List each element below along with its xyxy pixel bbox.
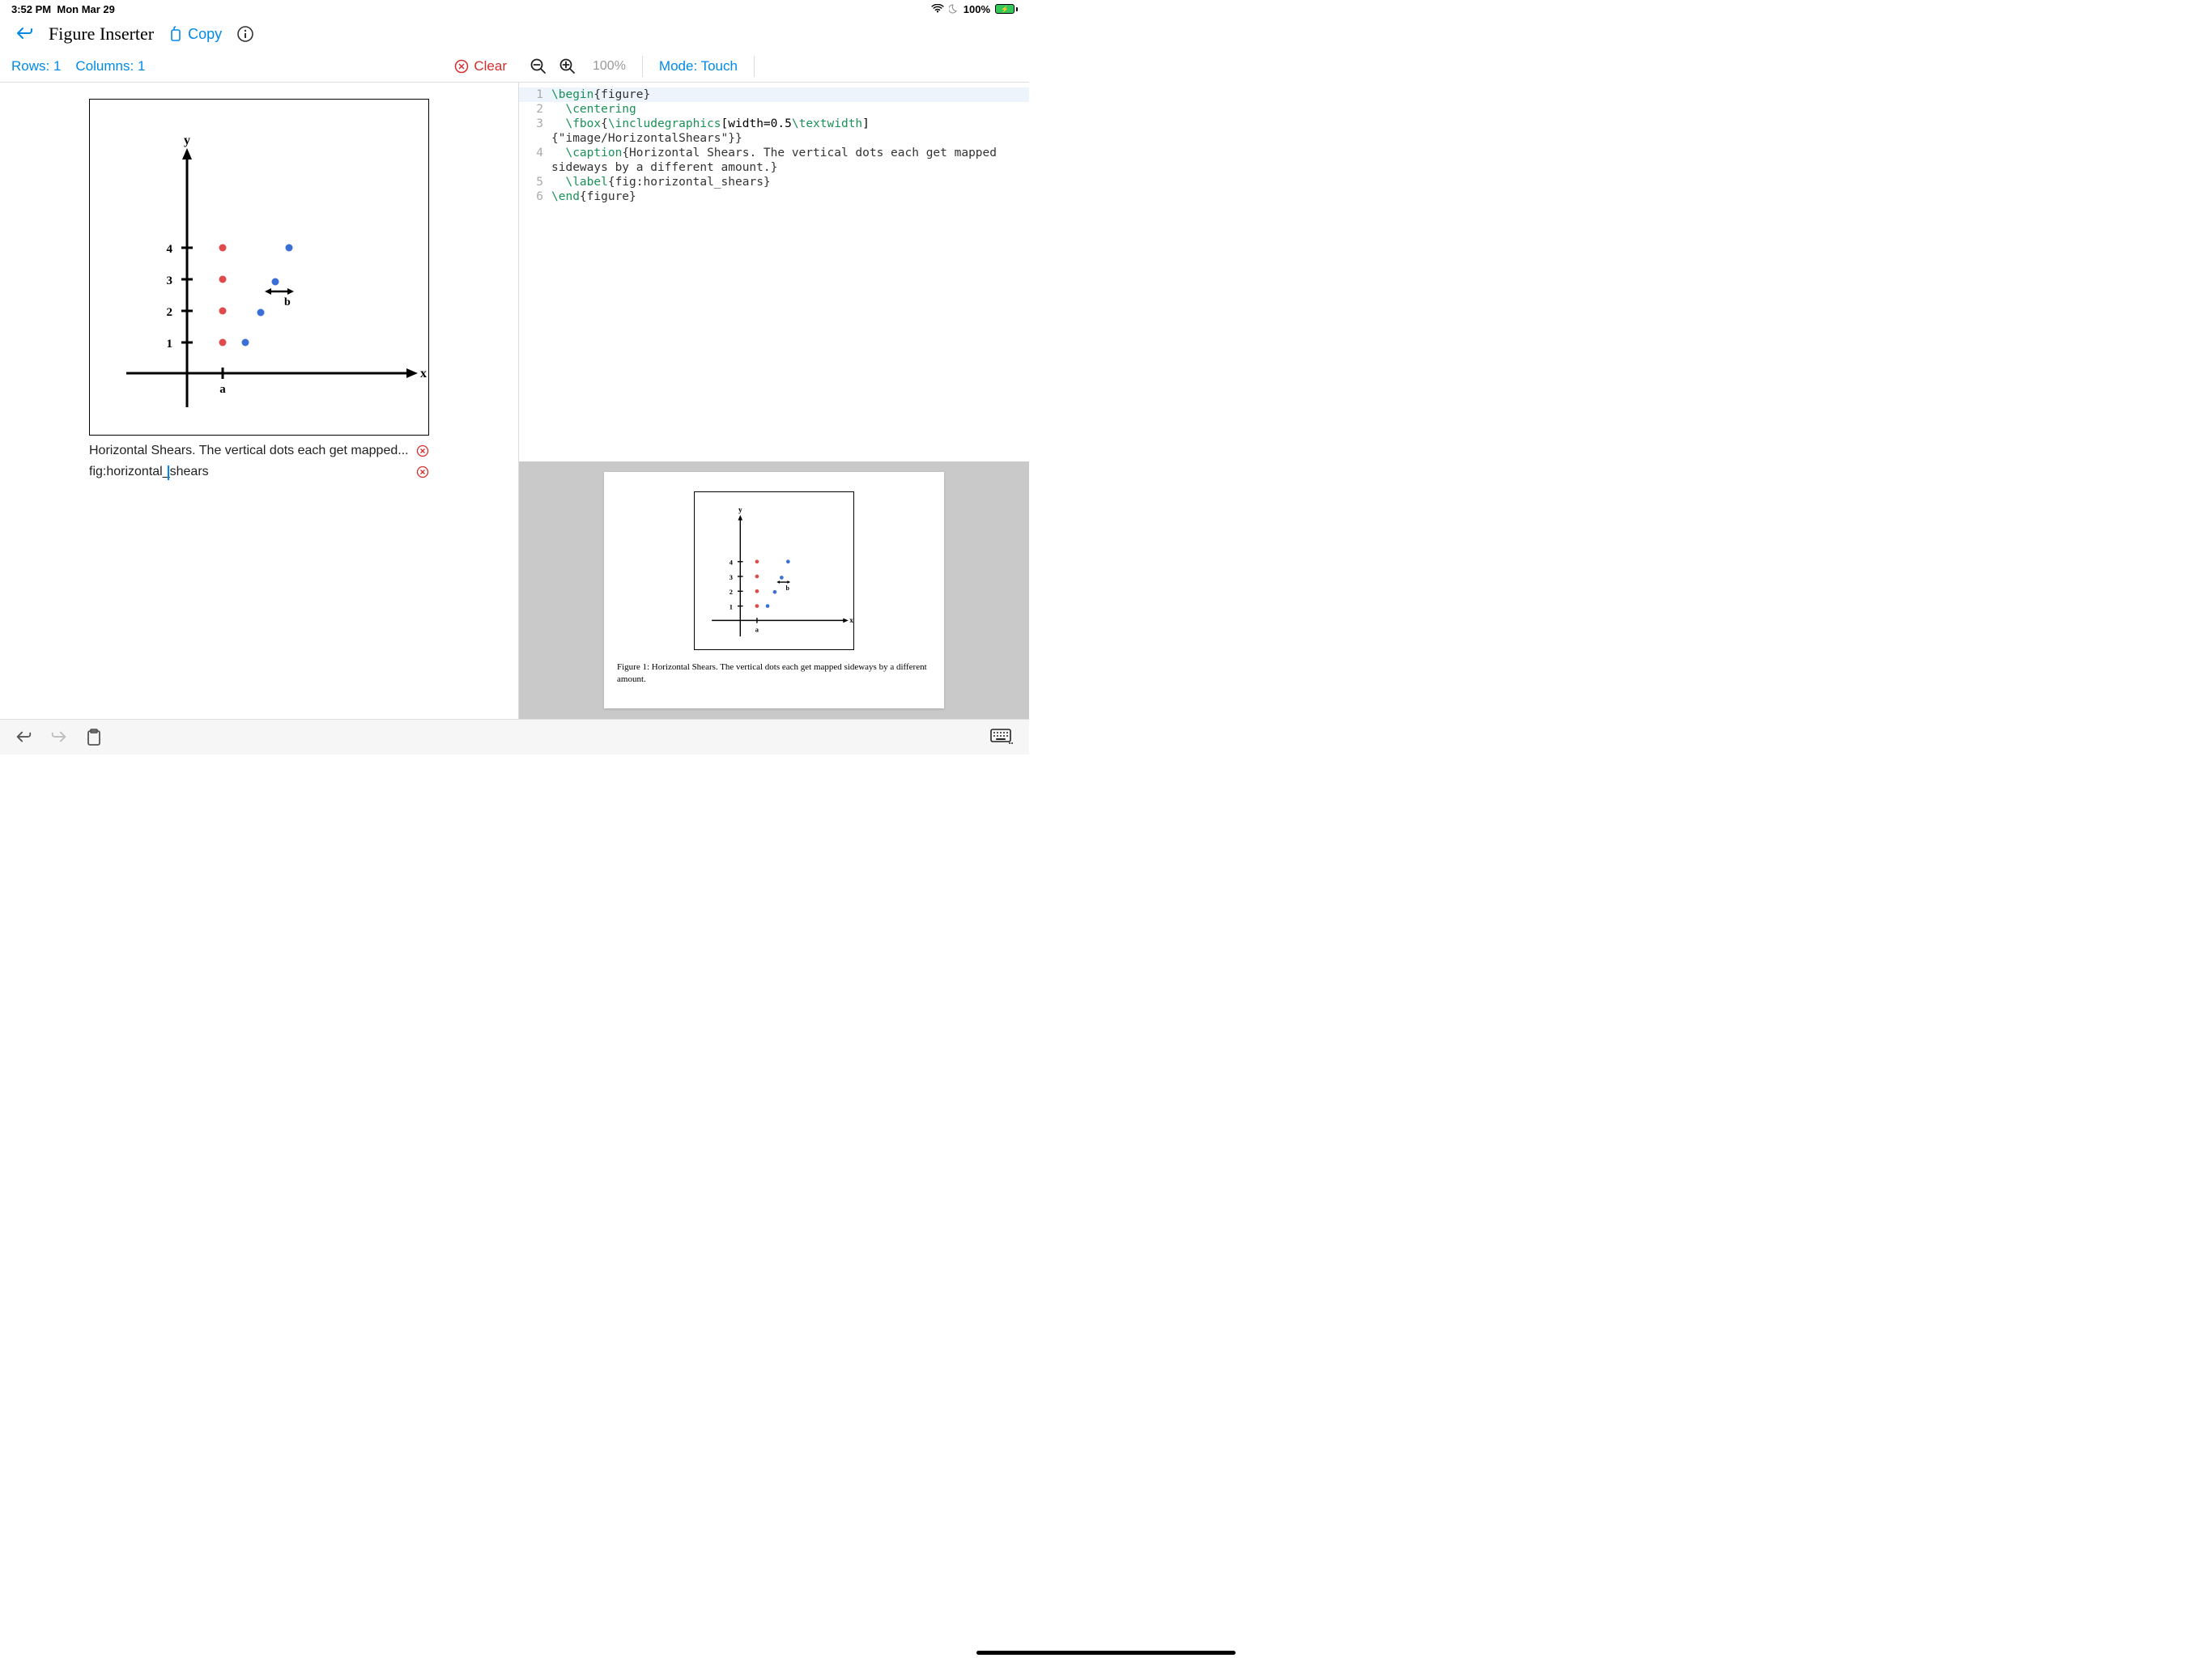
copy-label: Copy <box>188 26 222 43</box>
right-pane: 1\begin{figure}2 \centering3 \fbox{\incl… <box>518 83 1029 719</box>
clipboard-button[interactable] <box>86 729 102 746</box>
battery-icon: ⚡ <box>995 4 1018 14</box>
keyboard-button[interactable] <box>990 729 1015 746</box>
svg-text:1: 1 <box>167 338 173 351</box>
caption-field[interactable]: Horizontal Shears. The vertical dots eac… <box>89 444 429 458</box>
copy-icon <box>168 26 183 42</box>
label-text: fig:horizontal_shears <box>89 465 209 479</box>
caption-text: Horizontal Shears. The vertical dots eac… <box>89 444 409 458</box>
svg-text:b: b <box>786 585 790 592</box>
pdf-preview-pane[interactable]: y x 1 2 3 4 a b Figure <box>519 461 1029 719</box>
svg-text:y: y <box>184 134 190 147</box>
status-right: 100% ⚡ <box>931 3 1018 15</box>
clear-label-button[interactable] <box>416 466 429 478</box>
clear-label: Clear <box>474 58 507 74</box>
pdf-caption: Figure 1: Horizontal Shears. The vertica… <box>612 661 936 686</box>
toolbar: Rows: 1 Columns: 1 Clear 100% Mode: Touc… <box>0 50 1029 83</box>
svg-text:4: 4 <box>730 559 734 567</box>
moon-icon <box>949 4 959 14</box>
figure-editor-pane: y x 1 2 3 4 a <box>0 83 518 719</box>
undo-button[interactable] <box>15 729 32 746</box>
clear-button[interactable]: Clear <box>454 58 507 74</box>
zoom-percent: 100% <box>593 59 626 74</box>
svg-text:3: 3 <box>730 573 733 581</box>
shear-plot: y x 1 2 3 4 a <box>90 100 428 435</box>
battery-pct: 100% <box>963 3 990 15</box>
status-bar: 3:52 PM Mon Mar 29 100% ⚡ <box>0 0 1029 18</box>
svg-text:y: y <box>738 507 742 515</box>
mode-button[interactable]: Mode: Touch <box>659 58 738 74</box>
svg-text:3: 3 <box>167 274 173 287</box>
zoom-in-button[interactable] <box>559 57 576 75</box>
pdf-figure: y x 1 2 3 4 a b <box>694 491 854 650</box>
svg-text:b: b <box>284 296 291 308</box>
svg-text:1: 1 <box>730 602 733 610</box>
zoom-out-button[interactable] <box>530 57 547 75</box>
header: Figure Inserter Copy <box>0 18 1029 50</box>
cols-button[interactable]: Columns: 1 <box>75 58 145 74</box>
svg-text:2: 2 <box>730 588 733 596</box>
divider <box>754 56 755 77</box>
divider <box>642 56 643 77</box>
svg-text:4: 4 <box>167 243 173 256</box>
pdf-page: y x 1 2 3 4 a b Figure <box>604 472 944 708</box>
wifi-icon <box>931 4 944 14</box>
info-button[interactable] <box>236 25 254 43</box>
figure-preview[interactable]: y x 1 2 3 4 a <box>89 99 429 436</box>
svg-text:a: a <box>219 383 226 396</box>
bottom-bar <box>0 719 1029 755</box>
app-title: Figure Inserter <box>49 23 154 45</box>
label-field[interactable]: fig:horizontal_shears <box>89 465 429 479</box>
home-indicator <box>976 1651 1236 1655</box>
svg-text:2: 2 <box>167 306 173 319</box>
clear-caption-button[interactable] <box>416 444 429 457</box>
rows-button[interactable]: Rows: 1 <box>11 58 61 74</box>
back-button[interactable] <box>15 24 34 44</box>
code-editor[interactable]: 1\begin{figure}2 \centering3 \fbox{\incl… <box>519 83 1029 461</box>
copy-button[interactable]: Copy <box>168 26 222 43</box>
status-left: 3:52 PM Mon Mar 29 <box>11 3 115 15</box>
text-cursor <box>168 466 169 480</box>
redo-button[interactable] <box>50 729 68 746</box>
clear-x-icon <box>454 59 469 74</box>
svg-text:x: x <box>420 367 427 380</box>
svg-text:x: x <box>849 617 853 625</box>
main: y x 1 2 3 4 a <box>0 83 1029 719</box>
svg-text:a: a <box>755 626 759 634</box>
